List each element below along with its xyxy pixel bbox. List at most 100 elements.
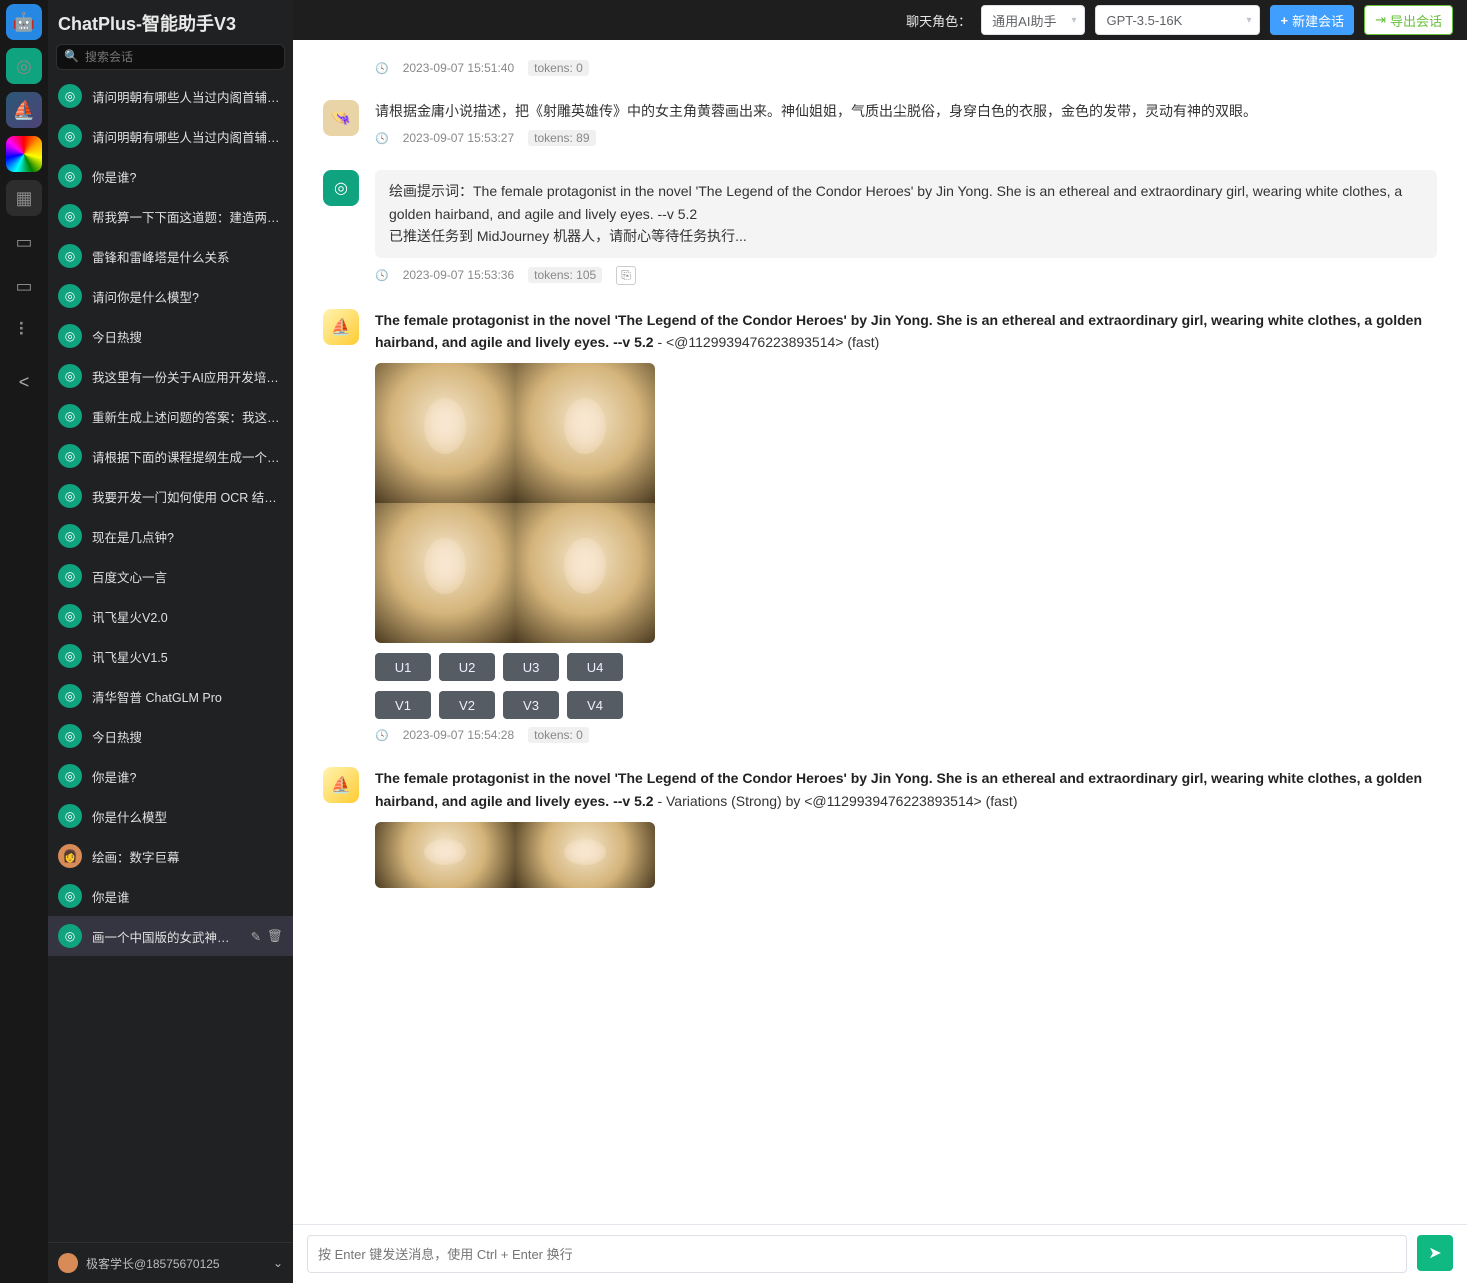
conversation-item[interactable]: ◎请问明朝有哪些人当过内阁首辅… xyxy=(48,116,293,156)
app-title: ChatPlus-智能助手V3 xyxy=(48,0,293,44)
conversation-item[interactable]: ◎雷锋和雷峰塔是什么关系 xyxy=(48,236,293,276)
openai-icon: ◎ xyxy=(58,644,82,668)
conversation-item[interactable]: ◎帮我算一下下面这道题：建造两… xyxy=(48,196,293,236)
openai-icon: ◎ xyxy=(58,484,82,508)
new-chat-button[interactable]: +新建会话 xyxy=(1270,5,1354,35)
rail-doc-icon[interactable]: ▭ xyxy=(6,224,42,260)
conversation-item[interactable]: ◎ 讯飞星火V1.5 xyxy=(48,636,293,676)
clock-icon: 🕓 xyxy=(375,132,389,145)
conversation-title: 画一个中国版的女武神，身穿红… xyxy=(92,927,241,946)
conversation-title: 我这里有一份关于AI应用开发培… xyxy=(92,367,283,386)
mj-image[interactable] xyxy=(375,363,515,503)
conversation-title: 百度文心一言 xyxy=(92,567,283,586)
conversation-item[interactable]: ◎清华智普 ChatGLM Pro xyxy=(48,676,293,716)
conversation-item[interactable]: ◎百度文心一言 xyxy=(48,556,293,596)
sidebar-footer[interactable]: 极客学长@18575670125 ⌄ xyxy=(48,1242,293,1283)
conversation-title: 请问你是什么模型? xyxy=(92,287,283,306)
mj-avatar: ⛵ xyxy=(323,767,359,803)
conversation-title: 雷锋和雷峰塔是什么关系 xyxy=(92,247,283,266)
send-button[interactable]: ➤ xyxy=(1417,1235,1453,1271)
conversation-title: 我要开发一门如何使用 OCR 结… xyxy=(92,487,283,506)
message-meta-row: 🕓 2023-09-07 15:51:40 tokens: 0 xyxy=(293,40,1467,88)
upscale-u2-button[interactable]: U2 xyxy=(439,653,495,681)
search-input[interactable] xyxy=(56,44,285,70)
conversation-item[interactable]: ◎ 画一个中国版的女武神，身穿红… ✎ 🗑 xyxy=(48,916,293,956)
rail-book-icon[interactable]: ▭ xyxy=(6,268,42,304)
openai-icon: ◎ xyxy=(58,404,82,428)
rail-people-icon[interactable]: ⠇ xyxy=(6,312,42,348)
upscale-u4-button[interactable]: U4 xyxy=(567,653,623,681)
variation-v3-button[interactable]: V3 xyxy=(503,691,559,719)
role-select[interactable]: 通用AI助手▾ xyxy=(981,5,1085,35)
conversation-item[interactable]: ◎请问你是什么模型? xyxy=(48,276,293,316)
conversation-item[interactable]: ◎ 我要开发一门如何使用 OCR 结… xyxy=(48,476,293,516)
conversation-item[interactable]: ◎今日热搜 xyxy=(48,716,293,756)
clock-icon: 🕓 xyxy=(375,269,389,282)
copy-icon[interactable]: ⎘ xyxy=(616,266,636,285)
conversation-title: 绘画：数字巨幕 xyxy=(92,847,283,866)
conversation-title: 请问明朝有哪些人当过内阁首辅… xyxy=(92,127,283,146)
rail-robot-icon[interactable]: 🤖 xyxy=(6,4,42,40)
footer-user: 极客学长@18575670125 xyxy=(86,1255,220,1272)
chat-scroll[interactable]: 🕓 2023-09-07 15:51:40 tokens: 0 👒 请根据金庸小… xyxy=(293,40,1467,1224)
variation-v1-button[interactable]: V1 xyxy=(375,691,431,719)
openai-icon: ◎ xyxy=(58,364,82,388)
chevron-down-icon: ▾ xyxy=(1246,15,1251,26)
rail-share-icon[interactable]: < xyxy=(6,364,42,400)
conversation-title: 讯飞星火V1.5 xyxy=(92,647,283,666)
conversation-item[interactable]: ◎ 你是谁? xyxy=(48,156,293,196)
conversation-list: ◎请问明朝有哪些人当过内阁首辅…◎请问明朝有哪些人当过内阁首辅…◎你是谁?◎帮我… xyxy=(48,76,293,1242)
rail-grid-icon[interactable]: ▦ xyxy=(6,180,42,216)
conversation-item[interactable]: ◎请根据下面的课程提纲生成一个… xyxy=(48,436,293,476)
conversation-item[interactable]: ◎你是谁? xyxy=(48,756,293,796)
plus-icon: + xyxy=(1280,13,1288,28)
tokens-badge: tokens: 0 xyxy=(528,727,589,743)
conversation-item[interactable]: ◎讯飞星火V2.0 xyxy=(48,596,293,636)
mj-avatar: ⛵ xyxy=(323,309,359,345)
conversation-item[interactable]: ◎ 我这里有一份关于AI应用开发培… xyxy=(48,356,293,396)
rail-rainbow-icon[interactable] xyxy=(6,136,42,172)
tokens-badge: tokens: 105 xyxy=(528,267,602,283)
conversation-item[interactable]: ◎你是谁 xyxy=(48,876,293,916)
chevron-down-icon[interactable]: ⌄ xyxy=(273,1256,283,1270)
mj-image-grid[interactable] xyxy=(375,363,655,643)
mj-image[interactable] xyxy=(515,363,655,503)
conversation-item[interactable]: ◎你是什么模型 xyxy=(48,796,293,836)
delete-icon[interactable]: 🗑 xyxy=(267,929,283,944)
variation-v4-button[interactable]: V4 xyxy=(567,691,623,719)
openai-icon: ◎ xyxy=(58,164,82,188)
ai-message: ◎ 绘画提示词：The female protagonist in the no… xyxy=(293,158,1467,296)
message-input[interactable] xyxy=(307,1235,1407,1273)
role-label: 聊天角色： xyxy=(906,11,971,30)
mj-rest: - <@1129939476223893514> (fast) xyxy=(654,334,880,350)
conversation-title: 你是谁 xyxy=(92,887,283,906)
openai-icon: ◎ xyxy=(58,604,82,628)
edit-icon[interactable]: ✎ xyxy=(251,929,261,944)
upscale-u1-button[interactable]: U1 xyxy=(375,653,431,681)
mj-image-grid[interactable] xyxy=(375,822,655,888)
conversation-item[interactable]: 👩绘画：数字巨幕 xyxy=(48,836,293,876)
rail-midjourney-icon[interactable]: ⛵ xyxy=(6,92,42,128)
rail-openai-icon[interactable]: ◎ xyxy=(6,48,42,84)
openai-icon: ◎ xyxy=(58,924,82,948)
msg-time: 2023-09-07 15:51:40 xyxy=(403,61,514,75)
icon-rail: 🤖 ◎ ⛵ ▦ ▭ ▭ ⠇ < xyxy=(0,0,48,1283)
conversation-item[interactable]: ◎请问明朝有哪些人当过内阁首辅… xyxy=(48,76,293,116)
variation-v2-button[interactable]: V2 xyxy=(439,691,495,719)
conversation-item[interactable]: ◎重新生成上述问题的答案：我这… xyxy=(48,396,293,436)
msg-time: 2023-09-07 15:53:27 xyxy=(403,131,514,145)
mj-image[interactable] xyxy=(375,503,515,643)
sidebar: ChatPlus-智能助手V3 🔍 ◎请问明朝有哪些人当过内阁首辅…◎请问明朝有… xyxy=(48,0,293,1283)
conversation-title: 今日热搜 xyxy=(92,727,283,746)
mj-image[interactable] xyxy=(515,822,655,888)
mj-image[interactable] xyxy=(375,822,515,888)
conversation-title: 你是谁? xyxy=(92,167,283,186)
export-button[interactable]: ⇥导出会话 xyxy=(1364,5,1453,35)
conversation-item[interactable]: ◎现在是几点钟? xyxy=(48,516,293,556)
search-icon: 🔍 xyxy=(64,49,79,63)
main: 聊天角色： 通用AI助手▾ GPT-3.5-16K▾ +新建会话 ⇥导出会话 🕓… xyxy=(293,0,1467,1283)
conversation-item[interactable]: ◎今日热搜 xyxy=(48,316,293,356)
model-select[interactable]: GPT-3.5-16K▾ xyxy=(1095,5,1260,35)
mj-image[interactable] xyxy=(515,503,655,643)
upscale-u3-button[interactable]: U3 xyxy=(503,653,559,681)
